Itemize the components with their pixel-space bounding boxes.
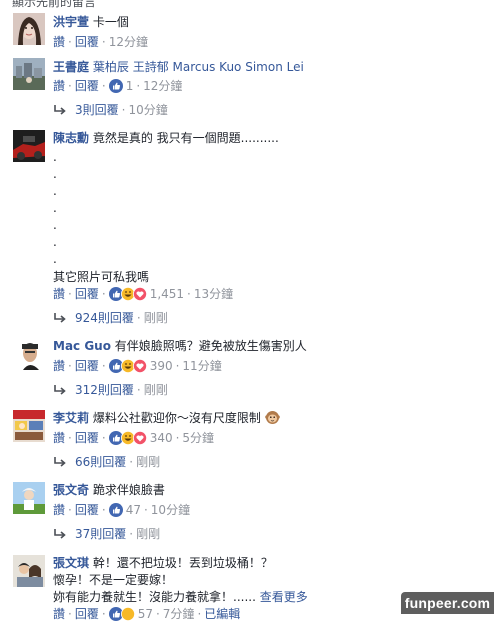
avatar[interactable]: [13, 555, 45, 587]
comment-time[interactable]: 13分鐘: [194, 287, 233, 301]
replies-count-link[interactable]: 37則回覆: [75, 527, 126, 541]
reply-link[interactable]: 回覆: [75, 287, 99, 301]
reply-time: 剛剛: [136, 527, 161, 541]
commenter-name[interactable]: 洪宇萱: [53, 15, 89, 29]
comment-time[interactable]: 12分鐘: [109, 35, 148, 49]
comment-time[interactable]: 7分鐘: [163, 607, 195, 621]
commenter-name[interactable]: 張文奇: [53, 483, 89, 497]
comment-text-dot: .: [53, 184, 57, 198]
view-replies[interactable]: 312則回覆 · 剛剛: [53, 382, 168, 400]
comment-actions: 讚 · 回覆 · 340 · 5分鐘: [53, 431, 215, 445]
reply-link[interactable]: 回覆: [75, 35, 99, 49]
tagged-user[interactable]: Marcus Kuo: [173, 60, 242, 74]
comment-actions: 讚 · 回覆 · 1 · 12分鐘: [53, 79, 183, 93]
comment-time[interactable]: 10分鐘: [151, 503, 190, 517]
reply-time: 剛剛: [136, 455, 161, 469]
comment-time[interactable]: 5分鐘: [182, 431, 214, 445]
reaction-count[interactable]: 390: [150, 359, 173, 373]
comment-text: 卡一個: [92, 15, 129, 29]
replies-count-link[interactable]: 924則回覆: [75, 311, 134, 325]
like-link[interactable]: 讚: [53, 35, 65, 49]
reaction-icons[interactable]: [108, 359, 147, 373]
comment-text: 懷孕！不是一定要嫁！: [53, 573, 174, 587]
reaction-count[interactable]: 57: [138, 607, 153, 621]
avatar[interactable]: [13, 338, 45, 370]
reaction-icons[interactable]: [108, 287, 147, 301]
comment-text-dot: .: [53, 201, 57, 215]
view-replies[interactable]: 3則回覆 · 10分鐘: [53, 102, 168, 120]
comment-text-dot: .: [53, 218, 57, 232]
reaction-count[interactable]: 47: [126, 503, 141, 517]
commenter-name[interactable]: Mac Guo: [53, 339, 111, 353]
comment-actions: 讚 · 回覆 · 1,451 · 13分鐘: [53, 287, 234, 301]
like-reaction-icon[interactable]: [108, 79, 123, 93]
comment-actions: 讚 · 回覆 · 57 · 7分鐘 · 已編輯: [53, 607, 241, 621]
view-replies[interactable]: 924則回覆 · 剛剛: [53, 310, 168, 328]
like-link[interactable]: 讚: [53, 287, 65, 301]
tagged-user[interactable]: Simon Lei: [245, 60, 304, 74]
commenter-name[interactable]: 張文琪: [53, 556, 89, 570]
like-link[interactable]: 讚: [53, 503, 65, 517]
reply-time: 剛剛: [143, 311, 168, 325]
comment-text: 爆料公社歡迎你～沒有尺度限制: [92, 411, 261, 425]
reply-link[interactable]: 回覆: [75, 79, 99, 93]
commenter-name[interactable]: 陳志勳: [53, 131, 89, 145]
reply-link[interactable]: 回覆: [75, 503, 99, 517]
like-reaction-icon[interactable]: [108, 503, 123, 517]
reaction-icons[interactable]: [108, 607, 135, 621]
comment-text-dot: .: [53, 167, 57, 181]
edited-label[interactable]: 已編輯: [204, 607, 240, 621]
comment-text-dot: .: [53, 252, 57, 266]
commenter-name[interactable]: 李艾莉: [53, 411, 89, 425]
comment-actions: 讚 · 回覆 · 12分鐘: [53, 35, 148, 49]
comment-actions: 讚 · 回覆 · 390 · 11分鐘: [53, 359, 222, 373]
reply-arrow-icon: [53, 456, 67, 472]
tagged-user[interactable]: 葉柏辰: [93, 60, 129, 74]
reply-time: 剛剛: [143, 383, 168, 397]
view-replies[interactable]: 66則回覆 · 剛剛: [53, 454, 160, 472]
reply-link[interactable]: 回覆: [75, 607, 99, 621]
avatar[interactable]: [13, 130, 45, 162]
reaction-count[interactable]: 1: [126, 79, 134, 93]
avatar[interactable]: [13, 58, 45, 90]
comment-text: 幹！還不把垃圾！丟到垃圾桶！？: [92, 556, 273, 570]
replies-count-link[interactable]: 3則回覆: [75, 103, 119, 117]
replies-count-link[interactable]: 66則回覆: [75, 455, 126, 469]
comment-actions: 讚 · 回覆 · 47 · 10分鐘: [53, 503, 191, 517]
replies-count-link[interactable]: 312則回覆: [75, 383, 134, 397]
reaction-count[interactable]: 1,451: [150, 287, 184, 301]
reaction-icons[interactable]: [108, 431, 147, 445]
site-watermark: funpeer.com: [401, 592, 494, 614]
like-link[interactable]: 讚: [53, 607, 65, 621]
view-replies[interactable]: 37則回覆 · 剛剛: [53, 526, 160, 544]
tagged-user[interactable]: 王詩郁: [133, 60, 169, 74]
avatar[interactable]: [13, 410, 45, 442]
reply-arrow-icon: [53, 312, 67, 328]
comment-time[interactable]: 12分鐘: [143, 79, 182, 93]
reply-arrow-icon: [53, 528, 67, 544]
reply-arrow-icon: [53, 384, 67, 400]
avatar[interactable]: [13, 482, 45, 514]
like-link[interactable]: 讚: [53, 359, 65, 373]
comment-text: 妳有能力養就生！沒能力養就拿！......: [53, 590, 256, 604]
previous-comments-link[interactable]: 顯示先前的留言: [12, 0, 96, 10]
reply-time: 10分鐘: [128, 103, 168, 117]
comment-text: 其它照片可私我嗎: [53, 270, 150, 284]
avatar[interactable]: [13, 13, 45, 45]
commenter-name[interactable]: 王書庭: [53, 60, 89, 74]
comment-text: 有伴娘臉照嗎？避免被放生傷害別人: [114, 339, 307, 353]
monkey-emoji-icon: [264, 410, 280, 430]
comment-time[interactable]: 11分鐘: [182, 359, 221, 373]
reply-link[interactable]: 回覆: [75, 431, 99, 445]
like-link[interactable]: 讚: [53, 431, 65, 445]
reply-arrow-icon: [53, 104, 67, 120]
comment-text: 竟然是真的 我只有一個問題..........: [92, 131, 279, 145]
see-more-link[interactable]: 查看更多: [260, 590, 308, 604]
comment-text: 跪求伴娘臉書: [92, 483, 165, 497]
comment-text-dot: .: [53, 150, 57, 164]
reaction-count[interactable]: 340: [150, 431, 173, 445]
comment-text-dot: .: [53, 235, 57, 249]
reply-link[interactable]: 回覆: [75, 359, 99, 373]
like-link[interactable]: 讚: [53, 79, 65, 93]
